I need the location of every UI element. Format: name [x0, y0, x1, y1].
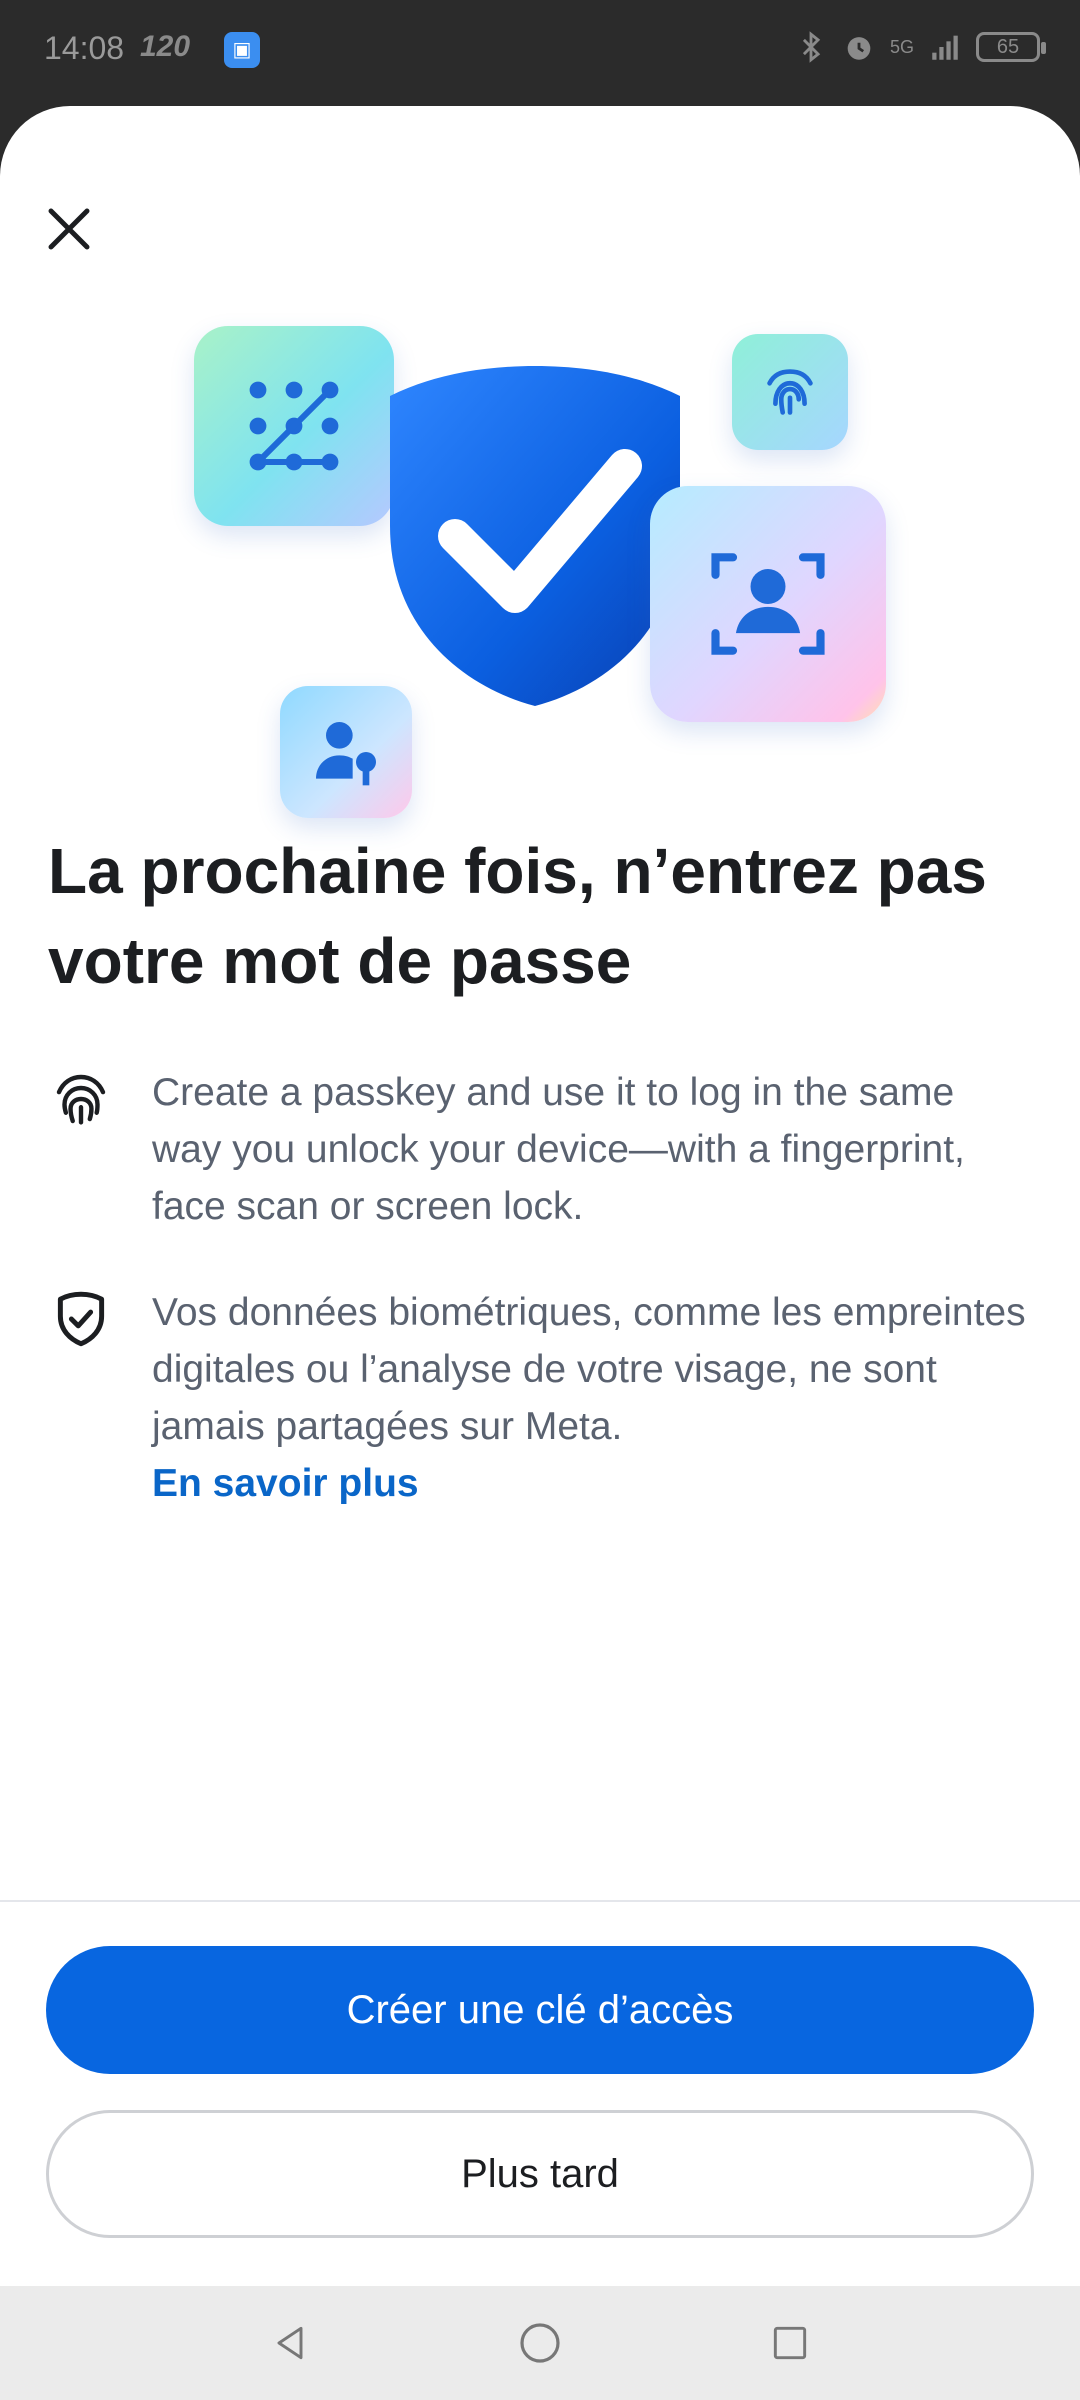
- dialog-title: La prochaine fois, n’entrez pas votre mo…: [48, 835, 987, 997]
- face-scan-tile: [650, 486, 886, 722]
- back-triangle-icon: [277, 2326, 303, 2360]
- user-key-tile: [280, 686, 412, 818]
- face-scan-icon: [711, 553, 825, 655]
- biometric-info-item: Vos données biométriques, comme les empr…: [48, 1284, 1038, 1512]
- biometric-description: Vos données biométriques, comme les empr…: [152, 1291, 1026, 1448]
- fingerprint-icon: [56, 1074, 106, 1125]
- close-icon: [48, 208, 90, 250]
- shield-check-icon: [57, 1291, 105, 1347]
- passkey-description: Create a passkey and use it to log in th…: [152, 1071, 965, 1228]
- back-button[interactable]: [260, 2313, 320, 2373]
- network-type: 5G: [889, 36, 914, 57]
- status-icons: 5G 65: [794, 28, 1046, 66]
- user-key-icon: [316, 722, 376, 786]
- biometric-description-block: Vos données biométriques, comme les empr…: [152, 1284, 1032, 1512]
- pattern-lock-icon: [249, 381, 339, 471]
- status-time: 14:08: [44, 30, 125, 66]
- refresh-rate: 120: [140, 30, 191, 63]
- learn-more-link[interactable]: En savoir plus: [152, 1455, 1032, 1512]
- home-button[interactable]: [510, 2313, 570, 2373]
- recents-button[interactable]: [760, 2313, 820, 2373]
- status-bar: 14:08 120 ▣ 5G 65: [0, 0, 1080, 105]
- battery-level: 65: [996, 36, 1020, 58]
- bluetooth-icon: [802, 31, 821, 63]
- passkey-sheet: La prochaine fois, n’entrez pas votre mo…: [0, 106, 1080, 2286]
- create-passkey-button[interactable]: Créer une clé d’accès: [46, 1946, 1034, 2074]
- notification-app-icon: ▣: [224, 32, 260, 68]
- recents-square-icon: [773, 2326, 807, 2360]
- passkey-info-item: Create a passkey and use it to log in th…: [48, 1064, 1038, 1235]
- fingerprint-icon: [767, 369, 813, 415]
- later-button[interactable]: Plus tard: [46, 2110, 1034, 2238]
- close-button[interactable]: [36, 196, 102, 262]
- home-circle-icon: [520, 2323, 560, 2363]
- divider: [0, 1900, 1080, 1902]
- passkey-illustration: [180, 326, 900, 818]
- shield-check-illustration: [390, 366, 680, 706]
- battery-icon: 65: [976, 32, 1046, 62]
- alarm-icon: [847, 37, 871, 60]
- pattern-lock-tile: [194, 326, 394, 526]
- fingerprint-tile: [732, 334, 848, 450]
- signal-icon: [932, 35, 958, 60]
- system-navigation-bar: [0, 2286, 1080, 2400]
